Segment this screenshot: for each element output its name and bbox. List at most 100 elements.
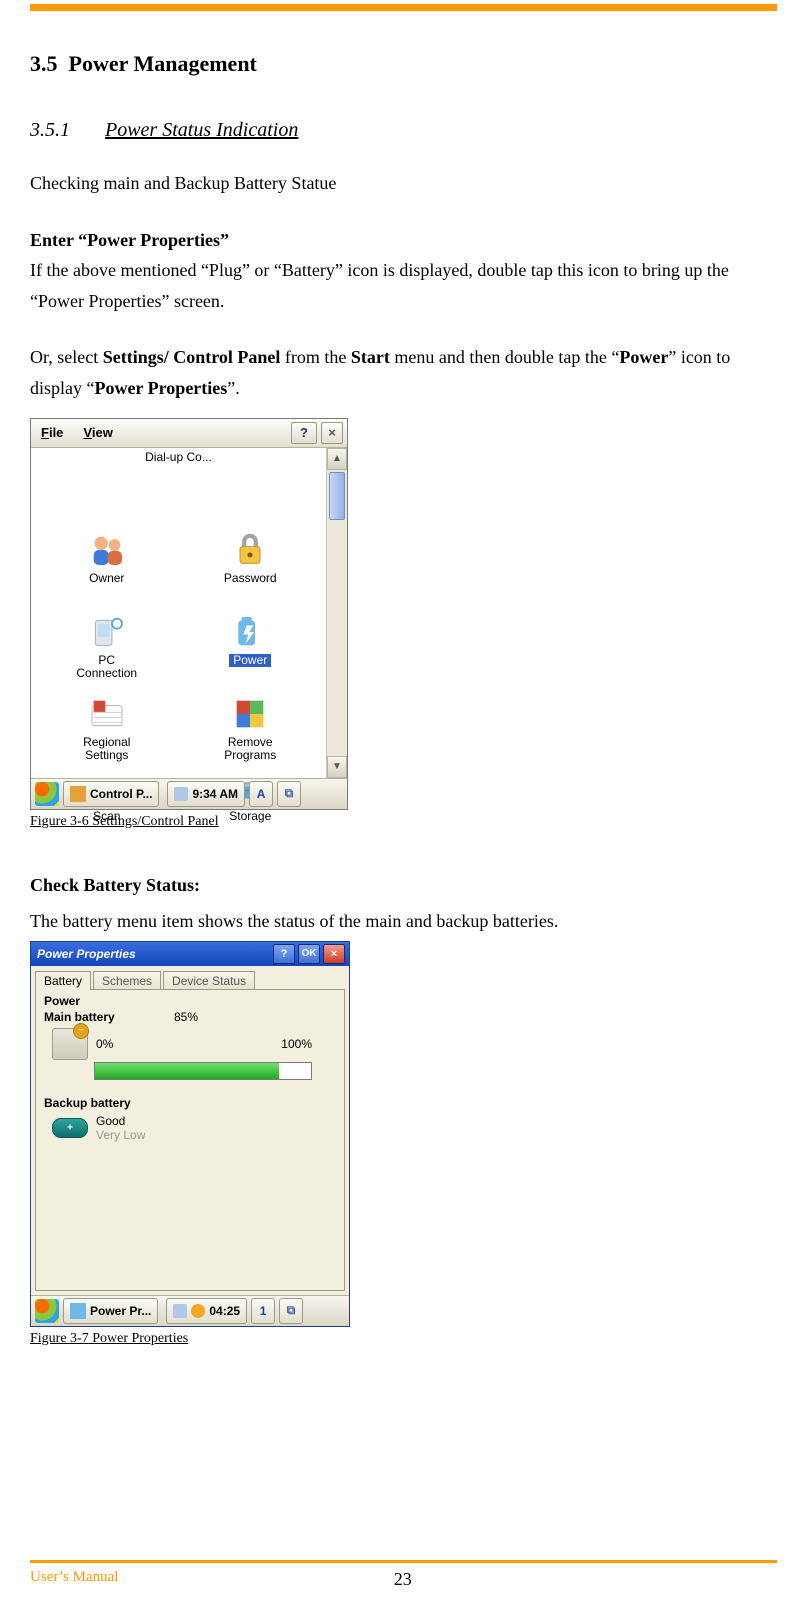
remove-programs-icon — [230, 694, 270, 734]
menu-view-rest: iew — [92, 425, 113, 440]
or-b3: Power — [619, 347, 668, 367]
ime-indicator[interactable]: 1 — [251, 1298, 275, 1324]
close-button[interactable]: × — [321, 422, 343, 444]
item-remove-programs[interactable]: RemovePrograms — [179, 694, 323, 776]
taskbar-clock-segment[interactable]: 9:34 AM — [167, 781, 245, 807]
item-label: PCConnection — [76, 654, 137, 680]
password-icon — [230, 530, 270, 570]
or-end: ”. — [227, 378, 240, 398]
tab-device-status[interactable]: Device Status — [163, 971, 255, 990]
footer-page-number: 23 — [118, 1569, 687, 1590]
or-pre: Or, select — [30, 347, 103, 367]
or-paragraph: Or, select Settings/ Control Panel from … — [30, 342, 777, 403]
owner-icon — [87, 530, 127, 570]
taskbar: Power Pr... 04:25 1 ⧉ — [31, 1295, 349, 1326]
figure2-caption: Figure 3-7 Power Properties — [30, 1331, 777, 1347]
item-label: RegionalSettings — [83, 736, 130, 762]
titlebar-close-button[interactable]: × — [323, 944, 345, 964]
network-icon — [174, 787, 188, 801]
desktop-tray-icon[interactable]: ⧉ — [279, 1298, 303, 1324]
tab-panel: Power Main battery 85% 0% 100% — [35, 989, 345, 1291]
row-main-scale: 0% 100% — [36, 1026, 344, 1062]
clock-text: 04:25 — [209, 1304, 240, 1318]
control-panel-window: File View ? × Dial-up Co... — [30, 418, 348, 810]
scroll-thumb[interactable] — [329, 472, 345, 520]
tab-schemes[interactable]: Schemes — [93, 971, 161, 990]
item-password[interactable]: Password — [179, 530, 323, 612]
power-icon — [230, 612, 270, 652]
menu-file-mnemonic: F — [41, 425, 49, 440]
menu-file[interactable]: File — [31, 419, 73, 447]
check-heading: Check Battery Status: — [30, 875, 200, 895]
row-backup-status: Good Very Low — [36, 1112, 344, 1144]
check-body: The battery menu item shows the status o… — [30, 906, 777, 937]
tab-battery[interactable]: Battery — [35, 971, 91, 990]
menubar: File View ? × — [31, 419, 347, 448]
item-label: Storage — [229, 810, 271, 823]
backup-battery-icon — [52, 1118, 88, 1138]
item-owner[interactable]: Owner — [35, 530, 179, 612]
or-mid1: from the — [280, 347, 350, 367]
main-battery-label: Main battery — [44, 1010, 174, 1024]
item-pc-connection[interactable]: PCConnection — [35, 612, 179, 694]
window-title: Power Properties — [35, 947, 270, 961]
row-dialup-truncated: Dial-up Co... — [35, 448, 322, 466]
figure1-caption: Figure 3-6 Settings/Control Panel — [30, 814, 777, 830]
task-power-icon — [70, 1303, 86, 1319]
taskbar: Control P... 9:34 AM A ⧉ — [31, 778, 347, 809]
clock-text: 9:34 AM — [192, 787, 238, 801]
scrollbar[interactable]: ▲ ▼ — [326, 448, 347, 778]
section-number: 3.5 — [30, 51, 58, 76]
main-battery-progressbar — [94, 1062, 312, 1080]
section-title: Power Management — [69, 51, 257, 76]
page-footer: User’s Manual 23 — [30, 1560, 777, 1590]
top-double-rule — [30, 4, 777, 11]
item-power[interactable]: Power — [179, 612, 323, 694]
subsection-title: Power Status Indication — [105, 119, 298, 141]
task-label: Control P... — [90, 787, 152, 801]
scale-low: 0% — [96, 1037, 113, 1051]
or-b4: Power Properties — [95, 378, 228, 398]
taskbar-task-controlpanel[interactable]: Control P... — [63, 781, 159, 807]
group-power-label: Power — [36, 990, 344, 1008]
titlebar-help-button[interactable]: ? — [273, 944, 295, 964]
help-button[interactable]: ? — [291, 422, 317, 444]
help-icon: ? — [300, 425, 308, 440]
backup-status-low: Very Low — [96, 1128, 145, 1142]
taskbar-task-powerproperties[interactable]: Power Pr... — [63, 1298, 158, 1324]
or-b2: Start — [351, 347, 390, 367]
item-regional-settings[interactable]: RegionalSettings — [35, 694, 179, 776]
start-button-icon[interactable] — [35, 1299, 59, 1323]
ime-indicator[interactable]: A — [249, 781, 273, 807]
item-label: RemovePrograms — [224, 736, 276, 762]
control-panel-grid: Dial-up Co... Owner Password PCConnectio… — [31, 448, 326, 778]
scale-high: 100% — [281, 1037, 312, 1051]
titlebar: Power Properties ? OK × — [31, 942, 349, 966]
scroll-track[interactable] — [327, 522, 347, 756]
enter-body: If the above mentioned “Plug” or “Batter… — [30, 260, 729, 311]
or-mid2: menu and then double tap the “ — [390, 347, 619, 367]
scroll-down-button[interactable]: ▼ — [327, 756, 347, 778]
main-battery-percent: 85% — [174, 1010, 198, 1024]
battery-icon — [52, 1028, 88, 1060]
task-label: Power Pr... — [90, 1304, 151, 1318]
backup-status-good: Good — [96, 1114, 145, 1128]
scroll-up-button[interactable]: ▲ — [327, 448, 347, 470]
section-heading: 3.5 Power Management — [30, 51, 777, 77]
menu-view[interactable]: View — [73, 419, 122, 447]
menu-file-rest: ile — [49, 425, 63, 440]
pc-connection-icon — [87, 612, 127, 652]
desktop-tray-icon[interactable]: ⧉ — [277, 781, 301, 807]
start-button-icon[interactable] — [35, 782, 59, 806]
task-folder-icon — [70, 786, 86, 802]
power-properties-window: Power Properties ? OK × Battery Schemes … — [30, 941, 350, 1327]
network-icon — [173, 1304, 187, 1318]
main-battery-fill — [95, 1063, 279, 1079]
titlebar-ok-button[interactable]: OK — [298, 944, 320, 964]
taskbar-clock-segment[interactable]: 04:25 — [166, 1298, 247, 1324]
footer-rule — [30, 1560, 777, 1563]
item-label: Password — [224, 572, 277, 585]
item-label: Power — [229, 654, 271, 667]
tabstrip: Battery Schemes Device Status — [31, 966, 349, 989]
signal-icon — [191, 1304, 205, 1318]
